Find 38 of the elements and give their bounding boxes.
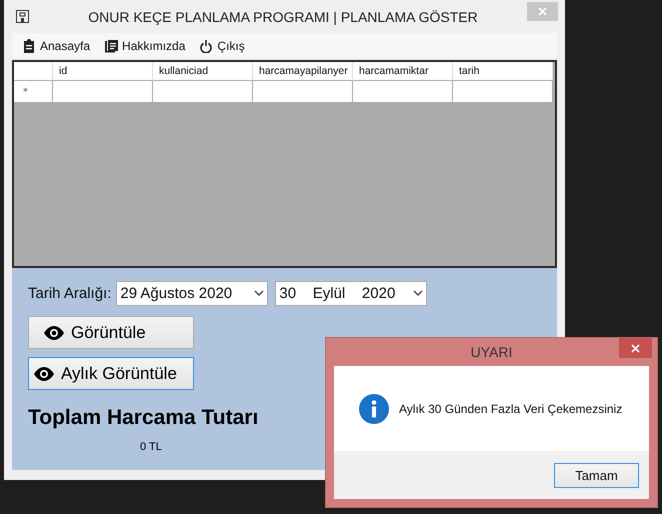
view-button[interactable]: Görüntüle (28, 316, 194, 349)
row-header (14, 62, 53, 81)
dropdown-icon (413, 289, 424, 297)
dialog-title: UYARI (470, 344, 512, 360)
column-header: kullaniciad (153, 62, 253, 81)
eye-icon (43, 326, 65, 340)
row-header: * (14, 81, 53, 103)
date-range-label: Tarih Aralığı: (28, 284, 112, 302)
document-icon (104, 38, 118, 52)
dropdown-icon (254, 289, 264, 297)
menu-item[interactable]: Anasayfa (22, 38, 90, 52)
dialog-message: Aylık 30 Günden Fazla Veri Çekemezsiniz (399, 402, 622, 416)
close-icon (538, 7, 547, 16)
end-date-picker[interactable]: 30 Eylül 2020 (275, 280, 428, 306)
table-cell[interactable] (153, 81, 253, 103)
column-header: id (53, 62, 153, 81)
close-button[interactable] (619, 338, 652, 358)
column-header: harcamamiktar (353, 62, 453, 81)
total-value: 0 TL (140, 441, 162, 453)
view-button[interactable]: Aylık Görüntüle (28, 357, 194, 390)
ok-button[interactable]: Tamam (554, 462, 639, 488)
window-title: ONUR KEÇE PLANLAMA PROGRAMI | PLANLAMA GÖSTER (87, 8, 479, 24)
info-icon (359, 394, 389, 424)
power-icon (199, 38, 214, 52)
app-icon (16, 10, 29, 23)
menu-item[interactable]: Çıkış (199, 38, 245, 52)
column-header: harcamayapilanyer (253, 62, 353, 81)
total-label: Toplam Harcama Tutarı (28, 406, 258, 430)
start-date-picker[interactable]: 29 Ağustos 2020 (116, 280, 268, 306)
table-cell[interactable] (53, 81, 153, 103)
table-cell[interactable] (253, 81, 353, 103)
menu-item[interactable]: Hakkımızda (104, 38, 186, 52)
column-header: tarih (453, 62, 553, 81)
table-cell[interactable] (353, 81, 453, 103)
close-icon (631, 344, 640, 352)
clipboard-icon (22, 38, 36, 52)
table-cell[interactable] (453, 81, 553, 103)
eye-icon (33, 366, 55, 380)
